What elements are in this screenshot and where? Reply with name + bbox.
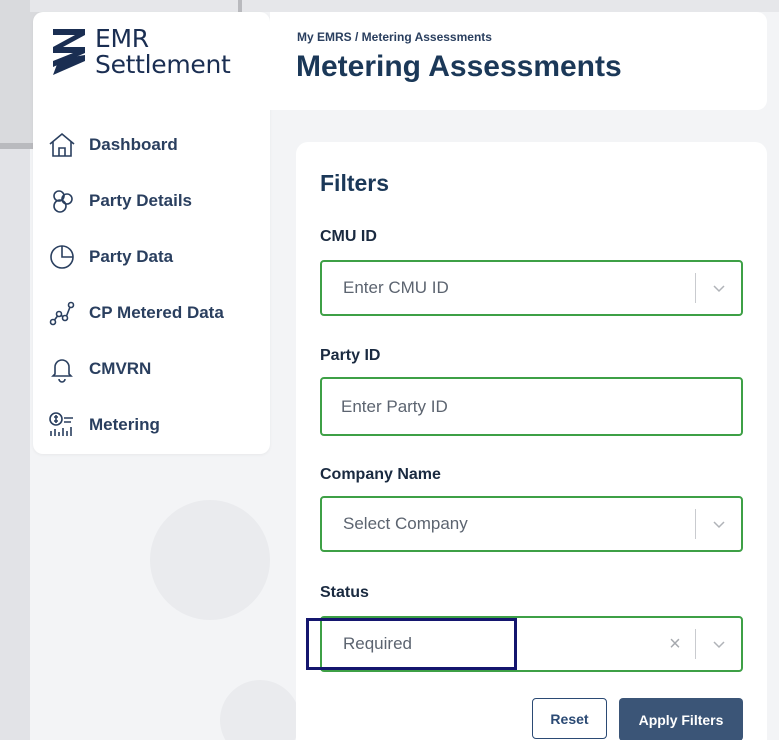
sidebar-nav: Dashboard Party Details Party Data CP Me… xyxy=(33,117,270,453)
pie-chart-icon xyxy=(47,242,77,272)
page-header: My EMRS / Metering Assessments Metering … xyxy=(270,12,767,110)
graph-nodes-icon xyxy=(47,298,77,328)
chevron-down-icon[interactable] xyxy=(696,636,741,652)
party-id-input[interactable]: Enter Party ID xyxy=(320,377,743,436)
party-id-placeholder: Enter Party ID xyxy=(341,396,448,416)
company-name-placeholder: Select Company xyxy=(343,514,468,533)
status-select[interactable]: Required × xyxy=(320,616,743,672)
background-band xyxy=(30,0,779,12)
page-title: Metering Assessments xyxy=(296,50,622,83)
people-icon xyxy=(47,186,77,216)
status-value: Required xyxy=(343,634,412,653)
filters-title: Filters xyxy=(320,170,390,196)
lightning-logo-icon xyxy=(53,29,85,75)
company-name-select[interactable]: Select Company xyxy=(320,496,743,552)
background-decoration xyxy=(150,500,270,620)
status-label: Status xyxy=(320,584,369,601)
sidebar-item-label: Party Data xyxy=(89,247,174,266)
clear-icon[interactable]: × xyxy=(655,633,695,656)
sidebar-item-party-details[interactable]: Party Details xyxy=(33,173,270,229)
sidebar-item-cmvrn[interactable]: CMVRN xyxy=(33,341,270,397)
sidebar-item-label: Dashboard xyxy=(89,135,178,154)
sidebar-item-metering[interactable]: Metering xyxy=(33,397,270,453)
sidebar-item-label: Party Details xyxy=(89,191,192,210)
sidebar-item-label: CMVRN xyxy=(89,359,152,378)
reset-button[interactable]: Reset xyxy=(532,698,607,739)
logo-text: EMR Settlement xyxy=(95,26,231,78)
sidebar: EMR Settlement Dashboard Party Details P… xyxy=(33,12,270,454)
home-icon xyxy=(47,130,77,160)
chevron-down-icon[interactable] xyxy=(696,516,741,532)
cmu-id-placeholder: Enter CMU ID xyxy=(343,278,449,297)
sidebar-item-party-data[interactable]: Party Data xyxy=(33,229,270,285)
cmu-id-select[interactable]: Enter CMU ID xyxy=(320,260,743,316)
logo-line-1: EMR xyxy=(95,24,149,53)
breadcrumb[interactable]: My EMRS / Metering Assessments xyxy=(297,30,492,44)
company-name-label: Company Name xyxy=(320,466,441,483)
sidebar-item-label: Metering xyxy=(89,415,160,434)
chevron-down-icon[interactable] xyxy=(696,280,741,296)
bell-icon xyxy=(47,354,77,384)
sidebar-item-dashboard[interactable]: Dashboard xyxy=(33,117,270,173)
apply-filters-button[interactable]: Apply Filters xyxy=(619,698,743,740)
metering-icon xyxy=(47,410,77,440)
filters-panel: Filters CMU ID Enter CMU ID Party ID Ent… xyxy=(296,142,767,740)
cmu-id-label: CMU ID xyxy=(320,228,377,245)
sidebar-item-cp-metered-data[interactable]: CP Metered Data xyxy=(33,285,270,341)
logo-line-2: Settlement xyxy=(95,50,231,79)
sidebar-item-label: CP Metered Data xyxy=(89,303,224,322)
party-id-label: Party ID xyxy=(320,347,381,364)
logo[interactable]: EMR Settlement xyxy=(49,26,231,78)
